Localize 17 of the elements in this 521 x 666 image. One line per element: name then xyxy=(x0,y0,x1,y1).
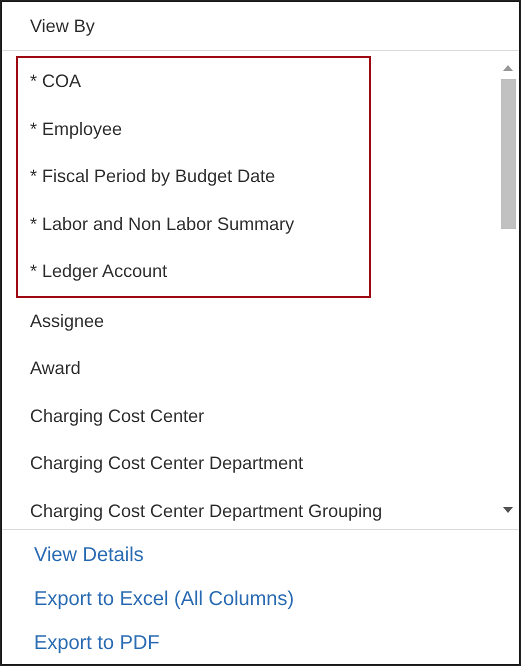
action-link[interactable]: View Details xyxy=(34,544,144,566)
action-link[interactable]: Export to Excel (All Columns) xyxy=(34,588,294,610)
list-item[interactable]: Charging Cost Center Department Grouping xyxy=(30,500,382,522)
list-item[interactable]: * Ledger Account xyxy=(30,261,168,282)
list-item[interactable]: * COA xyxy=(30,71,82,92)
action-link[interactable]: Export to PDF xyxy=(34,632,160,654)
panel-title: View By xyxy=(30,16,95,36)
list-item[interactable]: Charging Cost Center Department xyxy=(30,453,304,474)
list-item[interactable]: Charging Cost Center xyxy=(30,406,204,427)
list-item[interactable]: * Employee xyxy=(30,118,122,140)
scroll-up-icon[interactable] xyxy=(503,65,513,71)
scroll-down-icon[interactable] xyxy=(503,507,513,513)
scrollbar-thumb[interactable] xyxy=(500,79,516,229)
list-item[interactable]: Assignee xyxy=(30,310,104,332)
list-item[interactable]: Award xyxy=(30,358,81,380)
list-item[interactable]: * Labor and Non Labor Summary xyxy=(30,214,294,235)
list-item[interactable]: * Fiscal Period by Budget Date xyxy=(30,166,276,188)
